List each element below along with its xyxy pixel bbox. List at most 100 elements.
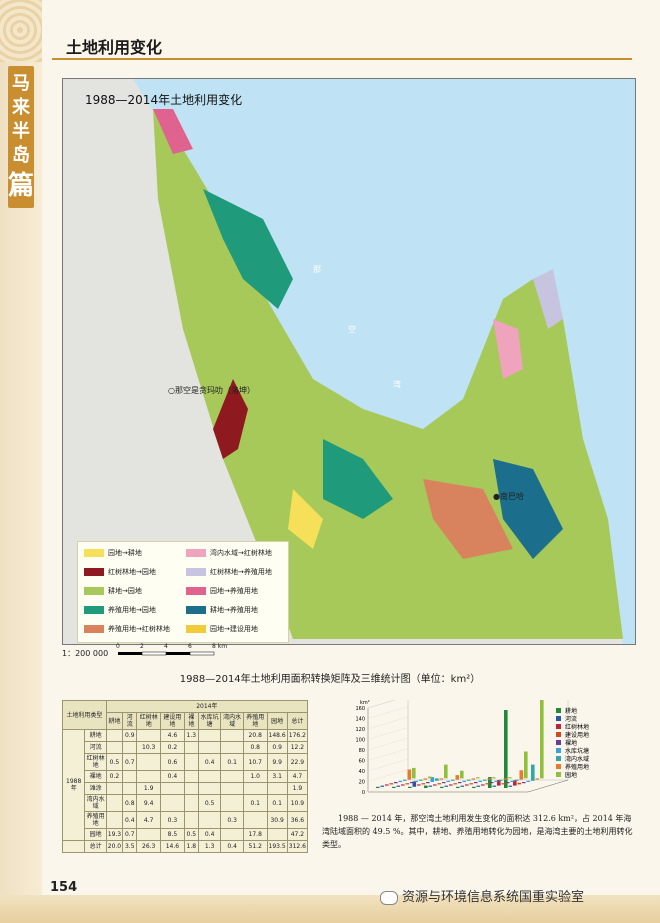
matrix-col-header: 水库坑塘 [197,712,222,730]
bar [437,783,442,785]
table-row: 养殖用地 0.4 4.7 0.3 0.3 30.9 36.6 [63,811,309,829]
bar [394,782,398,784]
wechat-icon [380,890,398,905]
matrix-cell: 0.8 [122,794,138,812]
bar [524,751,528,779]
matrix-cell [197,782,222,795]
bar [392,786,396,788]
matrix-row-header: 园地 [84,828,107,841]
matrix-cell: 14.6 [160,840,185,853]
matrix-cell [105,782,124,795]
matrix-cell: 30.9 [266,811,288,829]
description-paragraph: 1988 — 2014 年，那空湾土地利用发生变化的面积达 312.6 km²，… [322,814,633,849]
bar [421,783,426,785]
bar [531,764,535,781]
table-row: 总计 20.0 3.5 26.3 14.6 1.8 1.3 0.4 51.2 193.5 312.6 [61,840,309,853]
bar [519,770,524,780]
matrix-col-header: 河流 [122,712,138,730]
matrix-cell: 0.3 [160,811,185,829]
matrix-cell: 22.9 [286,753,309,771]
legend-swatch [556,708,561,713]
matrix-row-header: 总计 [84,840,107,853]
legend-label: 园地→建设用地 [210,625,258,633]
table-row: 湾内水域 0.8 9.4 0.5 0.1 0.1 10.9 [63,794,309,812]
legend-label: 耕地→园地 [108,587,142,595]
bar [424,785,428,788]
land-use-map: 1988—2014年土地利用变化 那 空 湾 ○那空是贪玛叻（洛坤） ●南巴哈 … [62,78,636,645]
bar [476,785,481,787]
matrix-cell [220,729,244,742]
legend-item: 园地→耕地 [84,548,142,558]
bar [401,784,405,786]
bar [467,779,471,781]
section-title: 1988—2014年土地利用面积转换矩阵及三维统计图（单位：km²） [179,674,481,685]
bar [426,782,430,784]
matrix-cell [183,782,199,795]
transition-matrix: 土地利用类型 2014年 耕地 河流 红树林地 建设用地 裸地 水库坑塘 湾内水域 养殖用地 园地总… [61,700,309,853]
matrix-cell: 9.4 [136,794,162,812]
bar [449,784,453,786]
matrix-cell: 0.5 [183,828,199,841]
matrix-cell [105,729,124,742]
matrix-cell [242,811,268,829]
chapter-char: 来 [12,97,30,118]
bar [517,782,522,785]
matrix-cell: 176.2 [286,729,309,742]
matrix-cell [122,741,138,754]
matrix-cell: 0.4 [160,770,185,783]
legend-label: 园地→养殖用地 [210,587,258,595]
bar [417,784,421,786]
legend-item: 园地→建设用地 [186,624,258,634]
matrix-cell: 3.5 [122,840,138,853]
bar [444,785,449,787]
matrix-cell: 47.2 [286,828,309,841]
table-row: 滩涂 1.9 1.9 [63,782,309,795]
bar [499,779,503,781]
matrix-cell [160,794,185,812]
bar [456,786,460,788]
bar [492,777,496,779]
bar [455,775,460,780]
table-row: 河流 10.3 0.2 0.8 0.9 12.2 [63,741,309,754]
legend-item: 养殖用地→园地 [84,605,156,615]
legend-label: 裸地 [565,739,577,747]
bar [522,782,526,784]
legend-label: 红树林地→养殖用地 [210,568,272,576]
matrix-cell: 12.2 [286,741,309,754]
matrix-year-side: 1988年 [61,729,86,841]
y-tick-label: 120 [355,727,365,733]
legend-item: 红树林地→园地 [84,567,156,577]
matrix-cell [136,770,162,783]
matrix-row-header: 养殖用地 [84,811,107,829]
matrix-row-header: 红树林地 [84,753,107,771]
matrix-cell: 0.1 [220,753,244,771]
matrix-cell: 1.9 [286,782,309,795]
matrix-cell: 0.4 [197,828,222,841]
legend-item: 红树林地→养殖用地 [186,567,272,577]
bay-label: 那 [313,265,321,274]
legend-label: 耕地 [565,707,577,715]
legend-swatch [186,606,206,614]
matrix-cell: 312.6 [286,840,309,853]
bar [389,783,394,785]
matrix-cell [122,770,138,783]
bar [451,779,455,781]
legend-swatch [186,549,206,557]
legend-swatch [556,716,561,721]
matrix-cell: 0.4 [197,753,222,771]
bar [385,784,389,786]
scale-tick: 8 km [212,643,228,650]
legend-label: 河流 [565,715,577,723]
gridline [367,737,409,751]
matrix-cell: 0.2 [160,741,185,754]
matrix-cell: 0.1 [242,794,268,812]
city-label: ○那空是贪玛叻（洛坤） [168,386,255,395]
bar [501,783,506,785]
bar [423,778,428,780]
matrix-col-header: 裸地 [183,712,199,730]
gridline [367,727,409,740]
legend-swatch [556,724,561,729]
bar [428,785,433,787]
page-title: 土地利用变化 [66,38,163,57]
bar [494,780,499,782]
